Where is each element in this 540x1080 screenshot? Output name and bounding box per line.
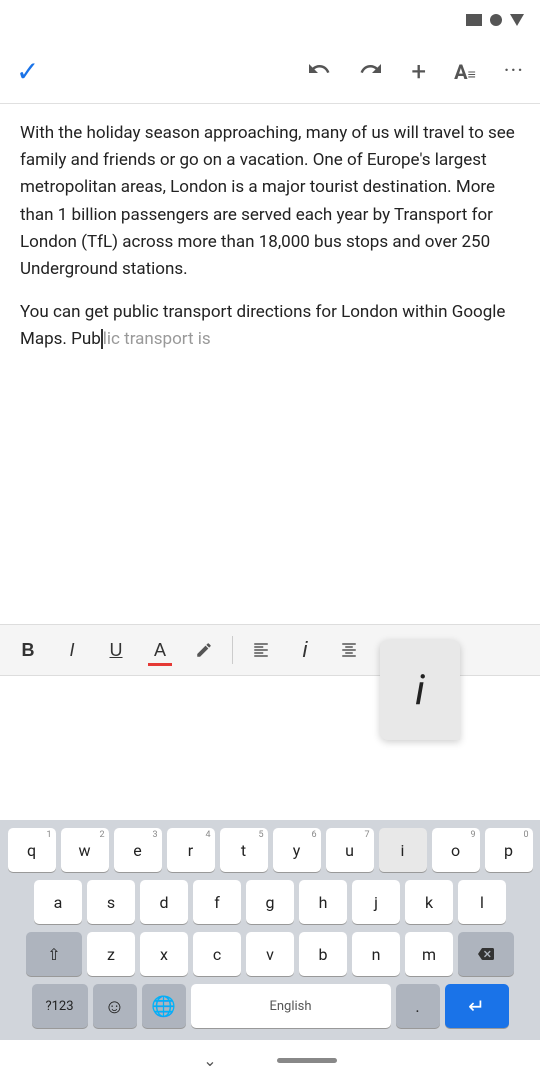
key-s[interactable]: s (87, 880, 135, 924)
keyboard-row-1: q1 w2 e3 r4 t5 y6 u7 i o9 p0 (0, 828, 540, 872)
status-bar (0, 0, 540, 40)
pen-button[interactable] (184, 630, 224, 670)
key-o[interactable]: o9 (432, 828, 480, 872)
key-g[interactable]: g (246, 880, 294, 924)
key-i[interactable]: i (379, 828, 427, 872)
key-z[interactable]: z (87, 932, 135, 976)
battery-icon (466, 14, 482, 26)
num-sym-key[interactable]: ?123 (32, 984, 88, 1028)
key-q[interactable]: q1 (8, 828, 56, 872)
align-left-button[interactable] (241, 630, 281, 670)
key-e[interactable]: e3 (114, 828, 162, 872)
key-m[interactable]: m (405, 932, 453, 976)
key-r[interactable]: r4 (167, 828, 215, 872)
align-center-button[interactable] (329, 630, 369, 670)
key-b[interactable]: b (299, 932, 347, 976)
key-f[interactable]: f (193, 880, 241, 924)
bold-button[interactable]: B (8, 630, 48, 670)
paragraph-2: You can get public transport directions … (20, 299, 520, 353)
underline-button[interactable]: U (96, 630, 136, 670)
italic-button[interactable]: I (52, 630, 92, 670)
popup-key-i: i (380, 640, 460, 740)
text-color-button[interactable]: A (140, 630, 180, 670)
key-t[interactable]: t5 (220, 828, 268, 872)
wifi-icon (510, 14, 524, 26)
space-key[interactable]: English (191, 984, 391, 1028)
key-y[interactable]: y6 (273, 828, 321, 872)
key-d[interactable]: d (140, 880, 188, 924)
format-button[interactable]: A≡ (454, 60, 476, 84)
toolbar-actions: + A≡ ··· (307, 57, 524, 87)
key-n[interactable]: n (352, 932, 400, 976)
key-x[interactable]: x (140, 932, 188, 976)
shift-key[interactable]: ⇧ (26, 932, 82, 976)
backspace-key[interactable] (458, 932, 514, 976)
signal-icon (490, 14, 502, 26)
main-toolbar: ✓ + A≡ ··· (0, 40, 540, 104)
key-l[interactable]: l (458, 880, 506, 924)
key-h[interactable]: h (299, 880, 347, 924)
key-p[interactable]: p0 (485, 828, 533, 872)
emoji-key[interactable]: ☺ (93, 984, 137, 1028)
key-w[interactable]: w2 (61, 828, 109, 872)
keyboard: q1 w2 e3 r4 t5 y6 u7 i o9 p0 a s d f g h… (0, 820, 540, 1040)
paragraph-1: With the holiday season approaching, man… (20, 120, 520, 283)
check-button[interactable]: ✓ (16, 55, 39, 88)
italic-key-button[interactable]: i (285, 630, 325, 670)
keyboard-row-4: ?123 ☺ 🌐 English . ↵ (0, 984, 540, 1028)
divider-1 (232, 636, 233, 664)
key-u[interactable]: u7 (326, 828, 374, 872)
add-button[interactable]: + (411, 57, 426, 87)
keyboard-row-2: a s d f g h j k l (0, 880, 540, 924)
period-key[interactable]: . (396, 984, 440, 1028)
keyboard-row-3: ⇧ z x c v b n m (0, 932, 540, 976)
redo-button[interactable] (359, 57, 383, 87)
key-v[interactable]: v (246, 932, 294, 976)
key-j[interactable]: j (352, 880, 400, 924)
key-k[interactable]: k (405, 880, 453, 924)
home-indicator (277, 1058, 337, 1063)
undo-button[interactable] (307, 57, 331, 87)
enter-key[interactable]: ↵ (445, 984, 509, 1028)
bottom-bar: ⌄ (0, 1040, 540, 1080)
more-button[interactable]: ··· (504, 59, 524, 84)
key-a[interactable]: a (34, 880, 82, 924)
document-content[interactable]: With the holiday season approaching, man… (0, 104, 540, 624)
collapse-button[interactable]: ⌄ (203, 1051, 216, 1070)
globe-key[interactable]: 🌐 (142, 984, 186, 1028)
key-c[interactable]: c (193, 932, 241, 976)
